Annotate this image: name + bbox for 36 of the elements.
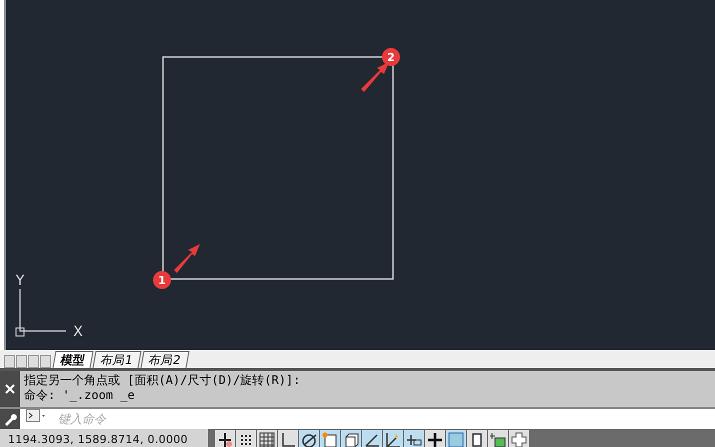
layout-tab[interactable]: 布局1 xyxy=(92,351,142,368)
command-history-line: 指定另一个角点或 [面积(A)/尺寸(D)/旋转(R)]: xyxy=(24,373,300,388)
plus-icon xyxy=(426,430,444,447)
cross-icon xyxy=(510,430,528,447)
status-toggle-button[interactable] xyxy=(404,430,424,447)
layout-tab[interactable]: 布局2 xyxy=(140,351,189,368)
prompt-icon[interactable] xyxy=(26,409,48,423)
number-marker: 2 xyxy=(382,48,400,66)
ucs-drawing: Y X xyxy=(16,273,83,340)
arrow-icon xyxy=(361,62,389,92)
status-toggle-button[interactable] xyxy=(215,430,235,447)
status-toggle-button[interactable] xyxy=(467,430,487,447)
status-toggle-button[interactable] xyxy=(509,430,529,447)
command-input[interactable]: 键入命令 xyxy=(56,409,360,429)
status-toggle-button[interactable] xyxy=(320,430,340,447)
status-toggle-button[interactable] xyxy=(488,430,508,447)
coordinates-readout: 1194.3093, 1589.8714, 0.0000 xyxy=(0,429,208,447)
layout-tab[interactable]: 模型 xyxy=(52,351,94,368)
status-toggle-button[interactable] xyxy=(236,430,256,447)
axes-icon xyxy=(384,430,402,447)
command-history-line: 命令: '_.zoom _e xyxy=(24,388,136,403)
status-toggle-button[interactable] xyxy=(278,430,298,447)
status-toggle-button[interactable] xyxy=(299,430,319,447)
status-toggle-button[interactable] xyxy=(383,430,403,447)
square-point-icon xyxy=(321,430,339,447)
status-toggle-button[interactable] xyxy=(257,430,277,447)
grid-icon xyxy=(258,430,276,447)
close-icon[interactable] xyxy=(5,384,15,394)
status-toggle-button[interactable] xyxy=(341,430,361,447)
status-toggle-button[interactable] xyxy=(362,430,382,447)
arrow-icon xyxy=(174,244,200,273)
square-plus-icon xyxy=(489,430,507,447)
crosshair-icon xyxy=(216,430,234,447)
wrench-icon[interactable] xyxy=(3,412,17,426)
number-marker: 1 xyxy=(153,271,171,289)
status-toggle-button[interactable] xyxy=(425,430,445,447)
